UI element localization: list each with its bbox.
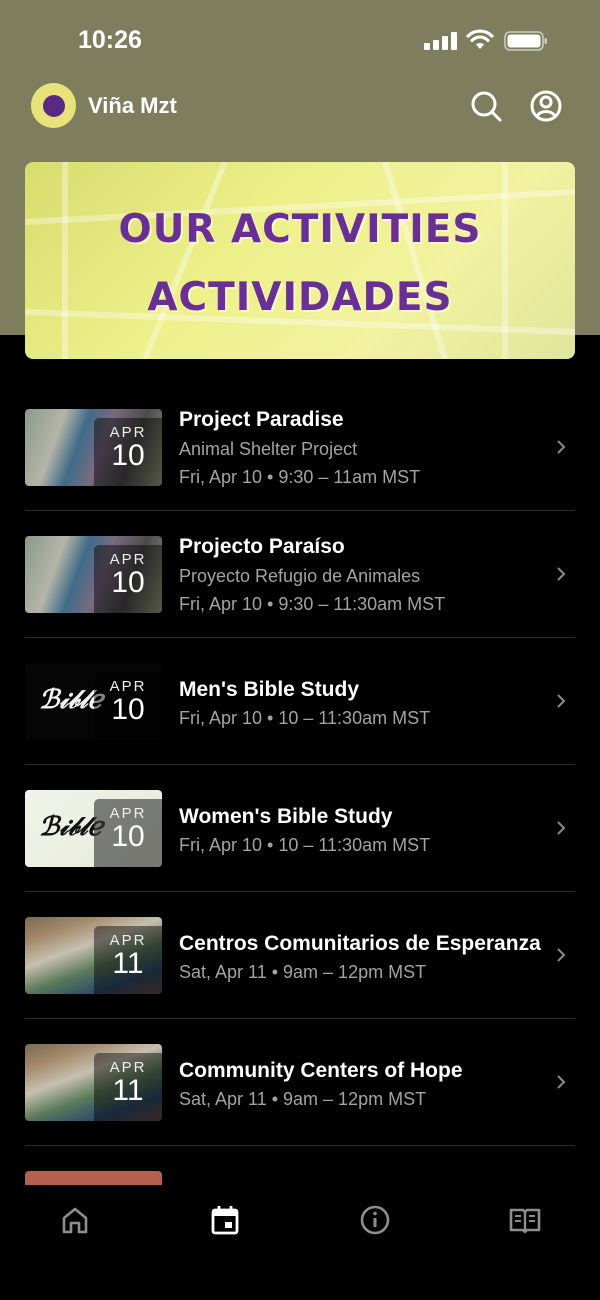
grape-logo-icon (42, 94, 65, 117)
event-title: Women's Bible Study (179, 805, 393, 828)
photo-children-icon: APR 11 (25, 917, 162, 994)
photo-shelter-icon: APR 10 (25, 536, 162, 613)
event-title: Men's Bible Study (179, 678, 360, 701)
banner-title-spanish: ACTIVIDADES (147, 275, 453, 320)
event-time: Sat, Apr 11 • 9am – 12pm MST (179, 962, 427, 982)
wifi-icon (466, 29, 494, 49)
date-badge: APR 10 (94, 418, 162, 486)
tab-bar (0, 1185, 600, 1300)
event-item[interactable]: ℬ𝒾𝒷𝓁ℯ APR 10 Men's Bible Study Fri, Apr … (25, 638, 575, 765)
home-icon[interactable] (58, 1203, 92, 1237)
event-title: Community Centers of Hope (179, 1059, 463, 1082)
date-badge: APR 10 (94, 672, 162, 740)
chevron-right-icon (557, 694, 566, 708)
partial-event-thumbnail[interactable] (25, 1171, 162, 1185)
event-item[interactable]: APR 11 Centros Comunitarios de Esperanza… (25, 892, 575, 1019)
church-logo[interactable] (31, 83, 76, 128)
event-time: Sat, Apr 11 • 9am – 12pm MST (179, 1089, 427, 1109)
date-badge: APR 10 (94, 545, 162, 613)
banner-title-english: OUR ACTIVITIES (118, 207, 482, 252)
date-badge: APR 10 (94, 799, 162, 867)
event-time: Fri, Apr 10 • 10 – 11:30am MST (179, 708, 431, 728)
event-title: Projecto Paraíso (179, 535, 345, 558)
search-icon[interactable] (469, 89, 503, 123)
chevron-right-icon (557, 440, 566, 454)
account-icon[interactable] (529, 89, 563, 123)
chevron-right-icon (557, 821, 566, 835)
status-bar: 10:26 (0, 0, 600, 80)
event-subtitle: Proyecto Refugio de Animales (179, 566, 421, 586)
status-time: 10:26 (78, 26, 142, 54)
activities-banner: OUR ACTIVITIES ACTIVIDADES (25, 162, 575, 359)
calendar-icon[interactable] (208, 1203, 242, 1237)
bible-study-light-icon: ℬ𝒾𝒷𝓁ℯ APR 10 (25, 790, 162, 867)
book-icon[interactable] (508, 1203, 542, 1237)
photo-children-icon: APR 11 (25, 1044, 162, 1121)
chevron-right-icon (557, 948, 566, 962)
event-item[interactable]: APR 11 Community Centers of Hope Sat, Ap… (25, 1019, 575, 1146)
bible-study-dark-icon: ℬ𝒾𝒷𝓁ℯ APR 10 (25, 663, 162, 740)
event-time: Fri, Apr 10 • 9:30 – 11:30am MST (179, 594, 446, 614)
event-time: Fri, Apr 10 • 10 – 11:30am MST (179, 835, 431, 855)
app-title: Viña Mzt (88, 93, 177, 118)
date-badge: APR 11 (94, 926, 162, 994)
event-title: Project Paradise (179, 408, 344, 431)
chevron-right-icon (557, 1075, 566, 1089)
event-item[interactable]: ℬ𝒾𝒷𝓁ℯ APR 10 Women's Bible Study Fri, Ap… (25, 765, 575, 892)
info-icon[interactable] (358, 1203, 392, 1237)
event-title: Centros Comunitarios de Esperanza (179, 932, 541, 955)
event-item[interactable]: APR 10 Projecto Paraíso Proyecto Refugio… (25, 511, 575, 638)
banner-map-pattern (25, 162, 575, 359)
chevron-right-icon (557, 567, 566, 581)
battery-icon (504, 31, 547, 51)
cellular-signal-icon (424, 32, 458, 50)
event-subtitle: Animal Shelter Project (179, 439, 358, 459)
event-list: APR 10 Project Paradise Animal Shelter P… (25, 384, 575, 1184)
app-header: Viña Mzt (0, 80, 600, 134)
event-time: Fri, Apr 10 • 9:30 – 11am MST (179, 467, 421, 487)
event-item[interactable]: APR 10 Project Paradise Animal Shelter P… (25, 384, 575, 511)
date-badge: APR 11 (94, 1053, 162, 1121)
photo-shelter-icon: APR 10 (25, 409, 162, 486)
